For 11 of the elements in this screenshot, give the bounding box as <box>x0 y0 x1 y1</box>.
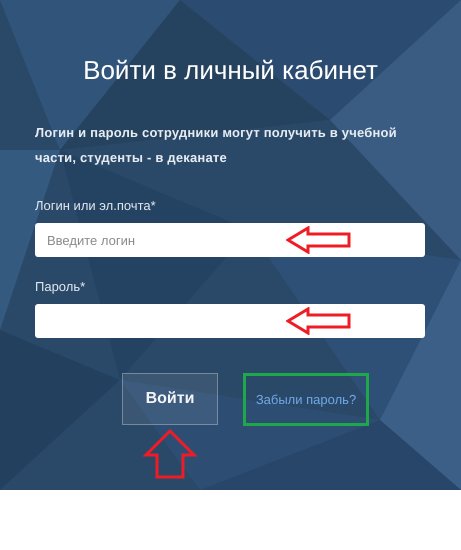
info-text: Логин и пароль сотрудники могут получить в учебной части, студенты - в деканате <box>35 124 398 167</box>
field-label: Пароль* <box>35 279 86 294</box>
page-title: Войти в личный кабинет <box>82 55 379 86</box>
login-field[interactable]: Введите логин <box>35 223 425 257</box>
password-field[interactable] <box>35 304 425 338</box>
arrow-icon <box>143 429 197 479</box>
field-label: Логин или эл.почта* <box>35 198 157 213</box>
login-button[interactable]: Войти <box>122 373 218 425</box>
arrow-icon <box>286 226 352 254</box>
forgot-password-link[interactable]: Забыли пароль? <box>256 392 356 407</box>
arrow-icon <box>286 307 352 335</box>
